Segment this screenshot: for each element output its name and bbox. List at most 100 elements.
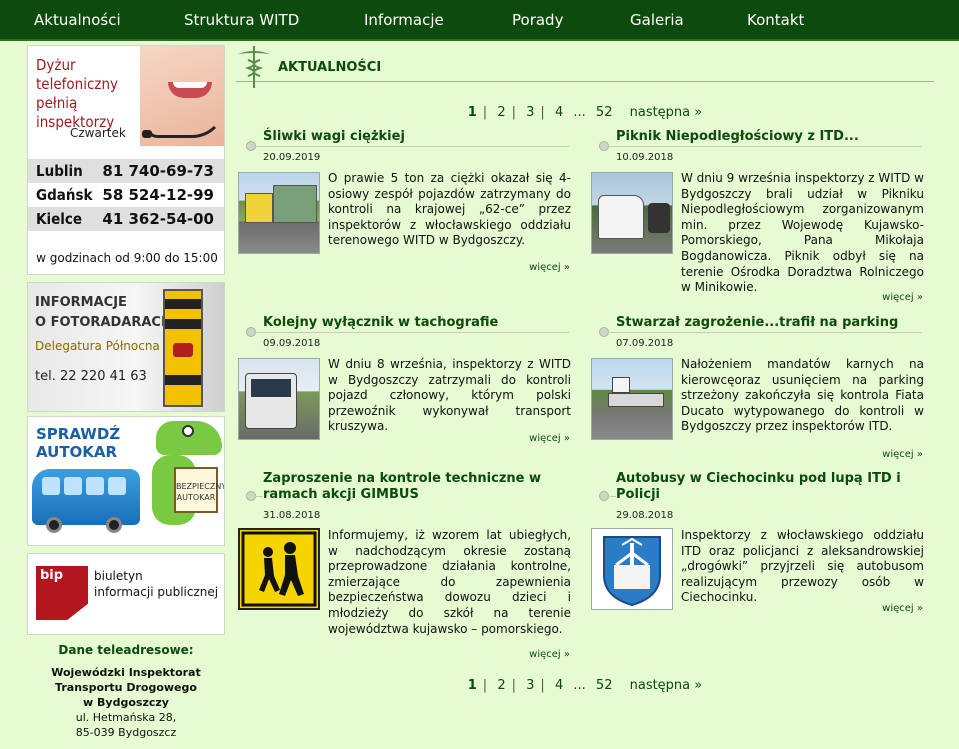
bus-wheel bbox=[46, 517, 62, 533]
next-page-link[interactable]: następna » bbox=[630, 105, 703, 120]
nav-item-informacje[interactable]: Informacje bbox=[364, 11, 444, 29]
caduceus-icon bbox=[238, 46, 270, 88]
pagination-bottom: 1 | 2 | 3 | 4 ... 52 następna » bbox=[236, 678, 934, 693]
news-title[interactable]: Kolejny wyłącznik w tachografie bbox=[263, 315, 573, 331]
pager-sep: | bbox=[540, 105, 545, 120]
contact-org-line1: Wojewódzki Inspektorat bbox=[51, 666, 201, 679]
tow-photo[interactable] bbox=[591, 358, 673, 440]
next-page-link[interactable]: następna » bbox=[630, 678, 703, 693]
pagination-top: 1 | 2 | 3 | 4 ... 52 następna » bbox=[236, 105, 934, 120]
nav-item-aktualnosci[interactable]: Aktualności bbox=[34, 11, 121, 29]
nav-item-kontakt[interactable]: Kontakt bbox=[747, 11, 804, 29]
contact-block: Dane teleadresowe: Wojewódzki Inspektora… bbox=[27, 643, 225, 740]
bus-window bbox=[86, 477, 104, 495]
more-link[interactable]: więcej » bbox=[529, 433, 570, 444]
bip-logo-icon: bip bbox=[36, 566, 88, 620]
page-4-link[interactable]: 4 bbox=[555, 678, 563, 693]
nav-item-struktura[interactable]: Struktura WITD bbox=[184, 11, 299, 29]
more-link[interactable]: więcej » bbox=[882, 449, 923, 460]
truck-photo[interactable] bbox=[238, 172, 320, 254]
title-rule bbox=[607, 332, 922, 333]
news-title[interactable]: Autobusy w Ciechocinku pod lupą ITD i Po… bbox=[616, 471, 926, 503]
section-title: AKTUALNOŚCI bbox=[278, 60, 382, 75]
phone-city: Gdańsk bbox=[36, 186, 93, 204]
mic-tip-icon bbox=[142, 130, 152, 138]
coat-of-arms-shape bbox=[603, 536, 661, 607]
phone-number: 81 740-69-73 bbox=[102, 162, 214, 180]
page-4-link[interactable]: 4 bbox=[555, 105, 563, 120]
children-pictogram bbox=[241, 531, 317, 607]
radar-title-line2: O FOTORADARACH bbox=[35, 315, 172, 330]
page-2-link[interactable]: 2 bbox=[497, 678, 505, 693]
duty-day: Czwartek bbox=[70, 126, 126, 140]
page-1-link[interactable]: 1 bbox=[468, 105, 477, 120]
pager-sep: | bbox=[482, 105, 488, 120]
bip-banner[interactable]: bip biuletyn informacji publicznej bbox=[27, 553, 225, 635]
news-date: 20.09.2019 bbox=[263, 152, 321, 163]
truck-cargo bbox=[273, 185, 317, 223]
phone-number: 41 362-54-00 bbox=[102, 210, 214, 228]
bus-window bbox=[108, 477, 126, 495]
news-title[interactable]: Zaproszenie na kontrole techniczne w ram… bbox=[263, 471, 573, 503]
news-date: 07.09.2018 bbox=[616, 338, 674, 349]
nav-item-porady[interactable]: Porady bbox=[512, 11, 563, 29]
top-nav: Aktualności Struktura WITD Informacje Po… bbox=[0, 0, 959, 41]
more-link[interactable]: więcej » bbox=[882, 603, 923, 614]
title-rule bbox=[254, 146, 569, 147]
truck-cab bbox=[245, 193, 273, 223]
speed-camera-banner[interactable]: INFORMACJE O FOTORADARACH Delegatura Pół… bbox=[27, 282, 225, 412]
check-bus-banner[interactable]: SPRAWDŹ AUTOKAR BEZPIECZNY AUTOKAR bbox=[27, 416, 225, 546]
tow-platform bbox=[608, 393, 664, 407]
news-date: 29.08.2018 bbox=[616, 510, 674, 521]
pager-sep: | bbox=[540, 678, 545, 693]
children-crossing-sign-icon[interactable] bbox=[238, 528, 320, 610]
page-2-link[interactable]: 2 bbox=[497, 105, 505, 120]
bus-title: SPRAWDŹ AUTOKAR bbox=[36, 425, 120, 461]
page-3-link[interactable]: 3 bbox=[526, 678, 534, 693]
ciechocinek-coat-of-arms-icon[interactable] bbox=[591, 528, 673, 610]
bip-text: biuletyn informacji publicznej bbox=[94, 568, 218, 600]
bus-window bbox=[42, 477, 60, 495]
bus-icon bbox=[32, 469, 140, 533]
bus-title-line2: AUTOKAR bbox=[36, 443, 118, 461]
pager-sep: | bbox=[511, 678, 516, 693]
tractor-photo[interactable] bbox=[238, 358, 320, 440]
page-last-link[interactable]: 52 bbox=[596, 105, 613, 120]
pager-ellipsis: ... bbox=[573, 678, 586, 693]
page-last-link[interactable]: 52 bbox=[596, 678, 613, 693]
page-1-link[interactable]: 1 bbox=[468, 678, 477, 693]
crocodile-mascot-icon: BEZPIECZNY AUTOKAR bbox=[138, 417, 224, 545]
phone-duty-banner[interactable]: Dyżur telefoniczny pełnią inspektorzy Cz… bbox=[27, 45, 225, 275]
croc-sign: BEZPIECZNY AUTOKAR bbox=[174, 467, 224, 513]
van-photo[interactable] bbox=[591, 172, 673, 254]
camera-stripe bbox=[165, 375, 201, 385]
people-group bbox=[648, 203, 670, 233]
croc-sign-line2: AUTOKAR bbox=[176, 493, 216, 502]
more-link[interactable]: więcej » bbox=[529, 262, 570, 273]
tractor-windshield bbox=[251, 379, 291, 397]
phone-row: Lublin 81 740-69-73 bbox=[28, 159, 224, 183]
news-text: Inspektorzy z włocławskiego oddziału ITD… bbox=[681, 528, 924, 605]
nav-item-galeria[interactable]: Galeria bbox=[630, 11, 684, 29]
bip-line2: informacji publicznej bbox=[94, 585, 219, 599]
news-title[interactable]: Śliwki wagi ciężkiej bbox=[263, 129, 573, 145]
camera-stripe bbox=[165, 299, 201, 309]
news-text: O prawie 5 ton za ciężki okazał się 4-os… bbox=[328, 171, 571, 248]
news-text: Nałożeniem mandatów karnych na kierowcęo… bbox=[681, 357, 924, 434]
news-text: W dniu 8 września, inspektorzy z WITD w … bbox=[328, 357, 571, 434]
pager-ellipsis: ... bbox=[573, 105, 586, 120]
pager-sep: | bbox=[511, 105, 516, 120]
more-link[interactable]: więcej » bbox=[882, 292, 923, 303]
camera-lens bbox=[173, 343, 193, 357]
duty-heading: Dyżur telefoniczny pełnią inspektorzy bbox=[36, 56, 118, 131]
bus-title-line1: SPRAWDŹ bbox=[36, 425, 121, 443]
duty-hours: w godzinach od 9:00 do 15:00 bbox=[36, 251, 218, 265]
news-date: 09.09.2018 bbox=[263, 338, 321, 349]
bus-window bbox=[64, 477, 82, 495]
page-3-link[interactable]: 3 bbox=[526, 105, 534, 120]
more-link[interactable]: więcej » bbox=[529, 649, 570, 660]
contact-heading: Dane teleadresowe: bbox=[58, 643, 194, 657]
headset-mouth-image bbox=[140, 46, 224, 146]
news-title[interactable]: Piknik Niepodległościowy z ITD... bbox=[616, 129, 926, 145]
news-title[interactable]: Stwarzał zagrożenie...trafił na parking bbox=[616, 315, 926, 331]
